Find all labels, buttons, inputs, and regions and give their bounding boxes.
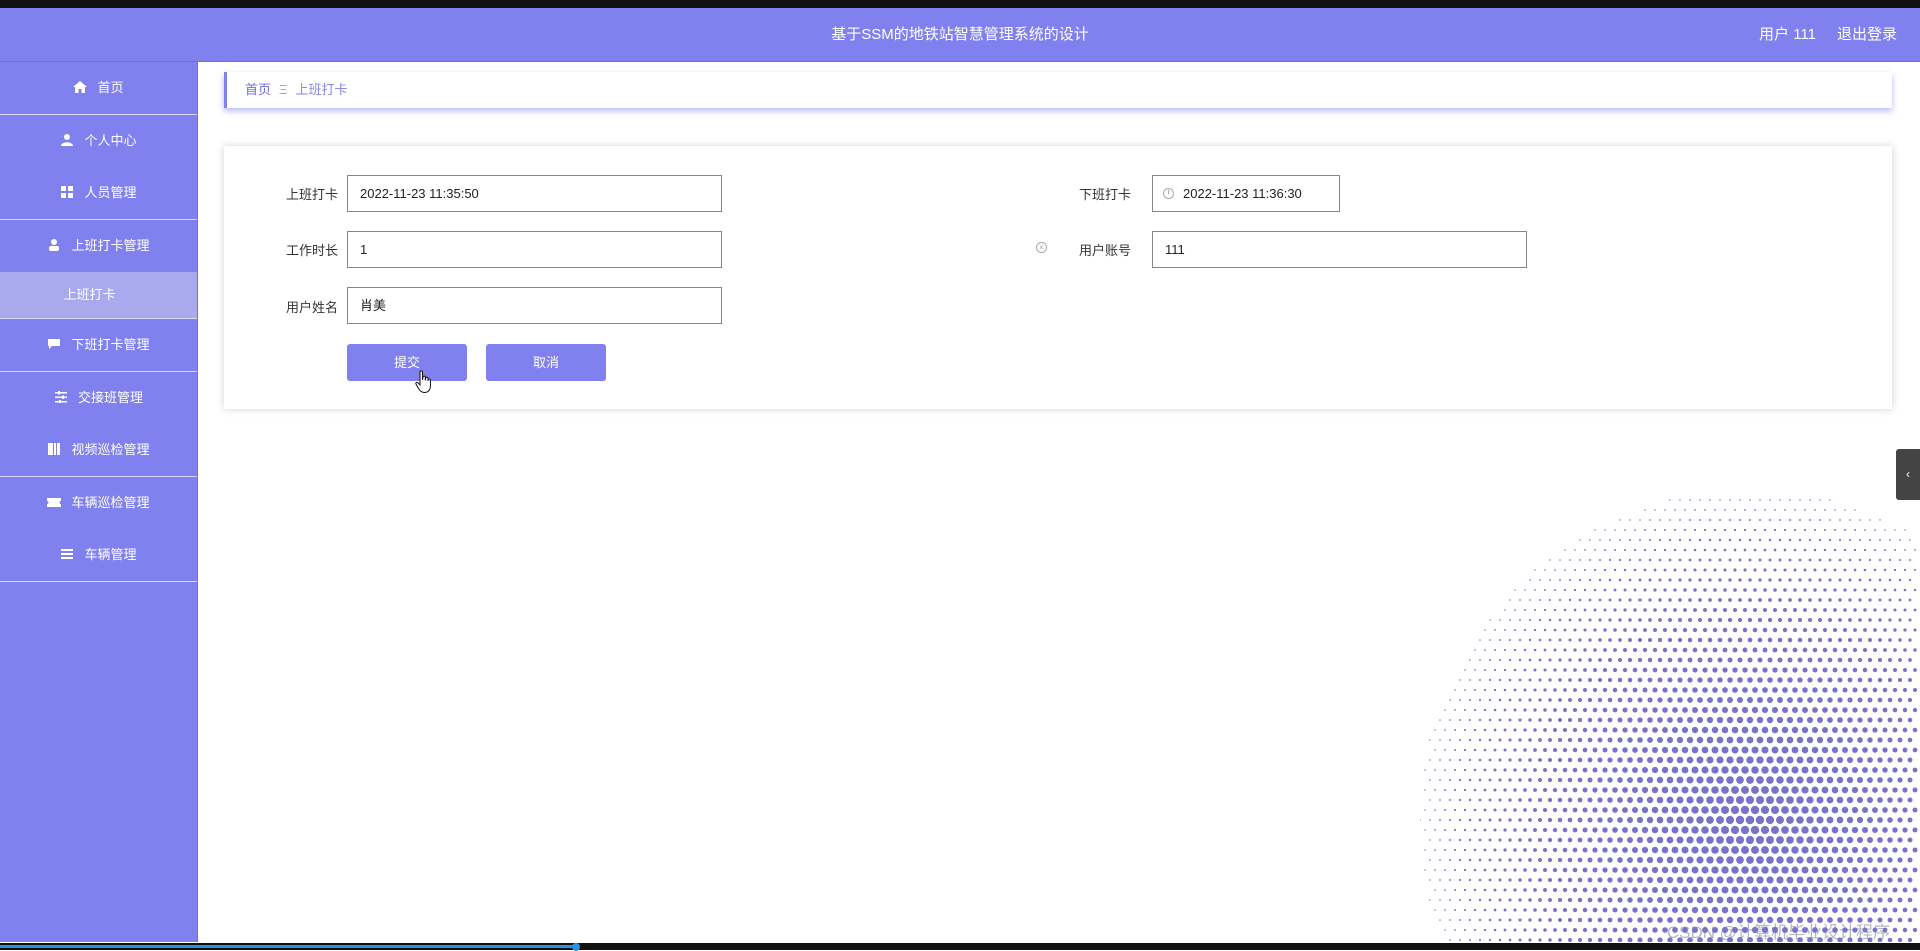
current-user-label: 用户 111 (1759, 26, 1816, 43)
work-duration-label: 工作时长 (285, 243, 338, 258)
sidebar-item-checkout-mgmt[interactable]: 下班打卡管理 (0, 319, 197, 372)
user-name-input[interactable]: 肖美 (347, 287, 722, 324)
sidebar-item-label: 个人中心 (84, 133, 137, 148)
top-header: 基于SSM的地铁站智慧管理系统的设计 用户 111 退出登录 (0, 8, 1920, 62)
watermark: CSDN @计算机毕业设计程序 (1666, 923, 1890, 942)
clear-icon[interactable]: × (1036, 242, 1047, 253)
list-icon (61, 549, 74, 559)
sidebar-subitem-checkin[interactable]: 上班打卡 (0, 272, 197, 319)
cancel-button[interactable]: 取消 (486, 344, 606, 381)
sidebar-item-label: 上班打卡 (63, 287, 116, 302)
sidebar-item-vehicle-inspection[interactable]: 车辆巡检管理 (0, 477, 197, 529)
sidebar-item-label: 视频巡检管理 (71, 442, 150, 457)
ticket-icon (47, 498, 62, 507)
sidebar-item-video-inspection[interactable]: 视频巡检管理 (0, 424, 197, 477)
checkout-time-label: 下班打卡 (1078, 187, 1131, 202)
breadcrumb: 首页 Ξ 上班打卡 (224, 72, 1892, 108)
sidebar-item-label: 人员管理 (84, 185, 137, 200)
sidebar-item-vehicle-mgmt[interactable]: 车辆管理 (0, 529, 197, 582)
user-icon (61, 134, 74, 146)
progress-fill (0, 945, 578, 948)
checkout-time-field[interactable]: 2022-11-23 11:36:30 (1152, 175, 1340, 212)
book-icon (48, 443, 61, 455)
sidebar-item-label: 下班打卡管理 (71, 337, 150, 352)
video-progress-bar[interactable] (0, 943, 1920, 951)
sidebar-item-profile[interactable]: 个人中心 (0, 115, 197, 167)
sidebar-item-label: 上班打卡管理 (71, 238, 150, 253)
sliders-icon (54, 391, 67, 403)
sidebar-item-label: 首页 (97, 80, 124, 95)
app-title: 基于SSM的地铁站智慧管理系统的设计 (831, 26, 1089, 43)
sidebar-item-label: 车辆巡检管理 (71, 495, 150, 510)
checkin-time-label: 上班打卡 (285, 187, 338, 202)
chat-icon (48, 339, 61, 349)
logout-link[interactable]: 退出登录 (1837, 8, 1897, 61)
user-name-label: 用户姓名 (285, 300, 338, 315)
sidebar-item-label: 交接班管理 (77, 390, 143, 405)
submit-button[interactable]: 提交 (347, 344, 467, 381)
checkin-time-field[interactable]: 2022-11-23 11:35:50 (347, 175, 722, 212)
work-duration-input[interactable]: 1 (347, 231, 722, 268)
home-icon (73, 81, 88, 93)
sidebar-item-label: 车辆管理 (84, 547, 137, 562)
user-account-input[interactable]: 111 (1152, 231, 1527, 268)
breadcrumb-current: 上班打卡 (295, 82, 348, 97)
user-account-label: 用户账号 (1078, 243, 1131, 258)
breadcrumb-separator: Ξ (279, 82, 288, 97)
sidebar: 首页 个人中心 人员管理 上班打卡管理 上班打卡 下班打卡管理 交接班管理 视频… (0, 62, 198, 942)
window-top-strip (0, 0, 1920, 8)
chevron-left-icon: ‹ (1906, 467, 1910, 481)
sidebar-item-checkin-mgmt[interactable]: 上班打卡管理 (0, 220, 197, 272)
person-icon (49, 239, 60, 251)
sidebar-item-staff[interactable]: 人员管理 (0, 167, 197, 220)
hand-cursor-icon (415, 370, 431, 394)
sidebar-item-home[interactable]: 首页 (0, 62, 197, 115)
decorative-dot-pattern (1420, 499, 1918, 942)
sidebar-item-shift-mgmt[interactable]: 交接班管理 (0, 372, 197, 424)
clock-icon (1163, 188, 1174, 199)
checkin-form-card: 上班打卡 2022-11-23 11:35:50 下班打卡 2022-11-23… (224, 146, 1892, 409)
checkout-time-value: 2022-11-23 11:36:30 (1183, 186, 1302, 201)
grid-icon (61, 186, 74, 198)
breadcrumb-home[interactable]: 首页 (245, 82, 271, 97)
